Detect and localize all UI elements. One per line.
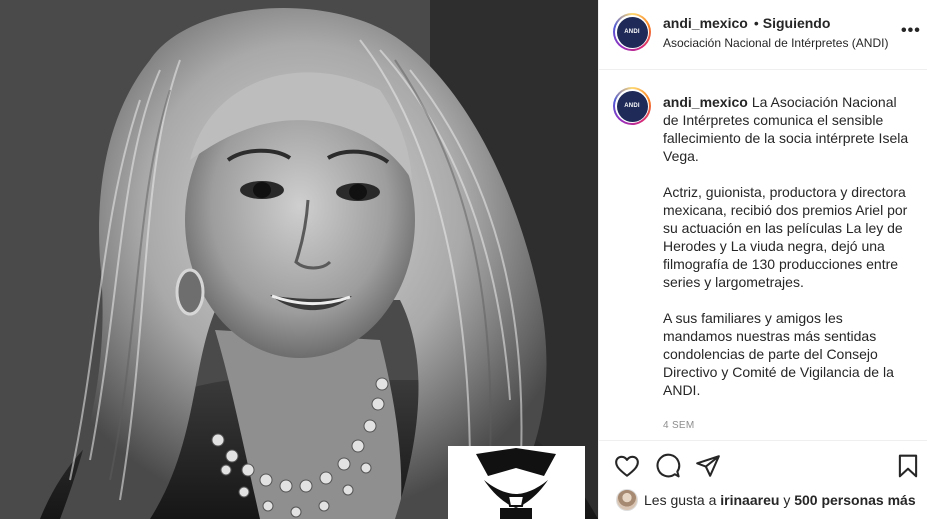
likes-summary: Les gusta a irinaareu y 500 personas más bbox=[616, 489, 916, 511]
post-sidebar: ANDI andi_mexico • Siguiendo Asociación … bbox=[598, 0, 927, 519]
likes-count-link[interactable]: 500 personas más bbox=[794, 492, 915, 508]
action-bar: Les gusta a irinaareu y 500 personas más bbox=[599, 440, 927, 519]
caption-paragraph: Actriz, guionista, productora y director… bbox=[663, 184, 908, 290]
heart-icon[interactable] bbox=[614, 453, 640, 479]
separator-dot: • bbox=[753, 15, 759, 31]
profile-avatar[interactable]: ANDI bbox=[613, 13, 651, 51]
liker-username[interactable]: irinaareu bbox=[720, 492, 779, 508]
location-link[interactable]: Asociación Nacional de Intérpretes (ANDI… bbox=[663, 36, 888, 50]
bookmark-icon[interactable] bbox=[895, 453, 921, 479]
paper-plane-icon[interactable] bbox=[695, 453, 721, 479]
caption-paragraph: A sus familiares y amigos les mandamos n… bbox=[663, 310, 894, 398]
post-image[interactable] bbox=[0, 0, 598, 519]
header-username[interactable]: andi_mexico bbox=[663, 15, 748, 31]
andi-logo-overlay bbox=[448, 446, 585, 519]
likes-connector: y bbox=[783, 492, 791, 508]
comment-icon[interactable] bbox=[655, 453, 681, 479]
caption-timestamp[interactable]: 4 sem bbox=[663, 417, 913, 435]
portrait-photo bbox=[0, 0, 598, 519]
likes-prefix: Les gusta a bbox=[644, 492, 717, 508]
caption-paragraph: andi_mexico La Asociación Nacional de Int… bbox=[663, 94, 909, 164]
caption-username[interactable]: andi_mexico bbox=[663, 94, 748, 110]
caption-avatar[interactable]: ANDI bbox=[613, 87, 651, 125]
caption-section: ANDI andi_mexico La Asociación Nacional d… bbox=[599, 71, 927, 439]
following-button[interactable]: Siguiendo bbox=[763, 15, 831, 31]
post-caption: andi_mexico La Asociación Nacional de Int… bbox=[663, 93, 913, 435]
andi-mask-logo bbox=[448, 446, 585, 519]
header-user-line: andi_mexico • Siguiendo bbox=[663, 15, 830, 31]
post-header: ANDI andi_mexico • Siguiendo Asociación … bbox=[599, 0, 927, 70]
more-options-icon[interactable]: ••• bbox=[901, 22, 921, 40]
liker-avatar[interactable] bbox=[616, 489, 638, 511]
